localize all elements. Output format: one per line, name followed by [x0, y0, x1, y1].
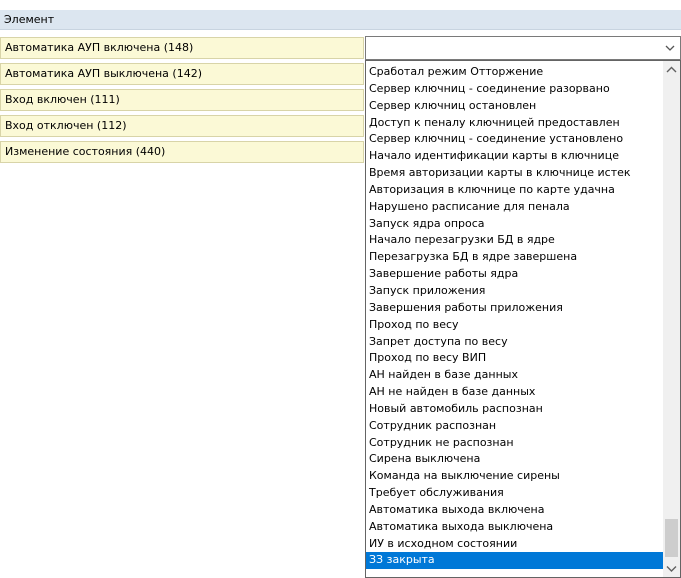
dropdown-item[interactable]: Запрет доступа по весу [366, 334, 664, 351]
combobox-value [369, 40, 660, 56]
dropdown-item[interactable]: Доступ к пеналу ключницей предоставлен [366, 115, 664, 132]
element-row[interactable]: Автоматика АУП включена (148) [0, 37, 364, 59]
dropdown-item[interactable]: Сервер ключниц - соединение разорвано [366, 81, 664, 98]
dropdown-item[interactable]: Завершение работы ядра [366, 266, 664, 283]
dropdown-item[interactable]: Сервер ключниц остановлен [366, 98, 664, 115]
dropdown-item[interactable]: АН найден в базе данных [366, 367, 664, 384]
dropdown-item[interactable]: Автоматика выхода выключена [366, 519, 664, 536]
scrollbar-thumb[interactable] [665, 519, 678, 557]
dropdown-item[interactable]: Проход по весу [366, 317, 664, 334]
event-combobox[interactable] [365, 36, 681, 60]
element-row[interactable]: Вход включен (111) [0, 89, 364, 111]
dropdown-item[interactable]: Запуск ядра опроса [366, 216, 664, 233]
scroll-down-icon[interactable] [663, 560, 680, 577]
dropdown-item[interactable]: Сотрудник не распознан [366, 435, 664, 452]
dropdown-item[interactable]: Требует обслуживания [366, 485, 664, 502]
dropdown-item[interactable]: АН не найден в базе данных [366, 384, 664, 401]
dropdown-item[interactable]: Команда на выключение сирены [366, 468, 664, 485]
dropdown-item[interactable]: ИУ в исходном состоянии [366, 536, 664, 553]
element-row[interactable]: Автоматика АУП выключена (142) [0, 63, 364, 85]
dropdown-item[interactable]: Проход по весу ВИП [366, 350, 664, 367]
dropdown-item[interactable]: Сирена выключена [366, 451, 664, 468]
dropdown-item[interactable]: Сработал режим Отторжение [366, 64, 664, 81]
dropdown-item[interactable]: Начало перезагрузки БД в ядре [366, 232, 664, 249]
dropdown-item[interactable]: Начало идентификации карты в ключнице [366, 148, 664, 165]
dropdown-item[interactable]: Новый автомобиль распознан [366, 401, 664, 418]
scroll-up-icon[interactable] [663, 61, 680, 78]
column-header-element[interactable]: Элемент [0, 10, 681, 30]
chevron-down-icon[interactable] [664, 42, 676, 54]
dropdown-item[interactable]: Время авторизации карты в ключнице истек [366, 165, 664, 182]
dropdown-item[interactable]: Завершения работы приложения [366, 300, 664, 317]
dropdown-item[interactable]: Сервер ключниц - соединение установлено [366, 131, 664, 148]
dropdown-item[interactable]: Авторизация в ключнице по карте удачна [366, 182, 664, 199]
dropdown-item[interactable]: Нарушено расписание для пенала [366, 199, 664, 216]
dropdown-item[interactable]: Автоматика выхода включена [366, 502, 664, 519]
dropdown-item[interactable]: Перезагрузка БД в ядре завершена [366, 249, 664, 266]
event-dropdown-list[interactable]: Сработал режим Отторжение Сервер ключниц … [365, 60, 681, 578]
element-row[interactable]: Вход отключен (112) [0, 115, 364, 137]
element-list: Автоматика АУП включена (148) Автоматика… [0, 37, 364, 167]
grid-header: Элемент [0, 0, 681, 30]
dropdown-item[interactable]: Запуск приложения [366, 283, 664, 300]
dropdown-item[interactable]: Сотрудник распознан [366, 418, 664, 435]
dropdown-items: Сработал режим Отторжение Сервер ключниц … [366, 64, 664, 570]
vertical-scrollbar[interactable] [663, 61, 680, 577]
dropdown-item[interactable]: ЗЗ закрыта [366, 552, 664, 570]
element-row[interactable]: Изменение состояния (440) [0, 141, 364, 163]
